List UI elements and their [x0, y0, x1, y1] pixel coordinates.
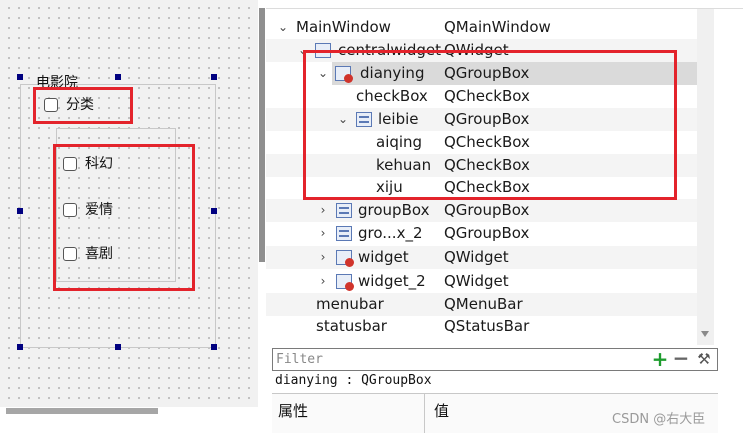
widget-icon — [336, 250, 354, 267]
tree-row-name: widget_2 — [358, 272, 426, 290]
chevron-down-icon[interactable]: ⌄ — [276, 16, 290, 39]
canvas-vertical-scroll-thumb[interactable] — [259, 8, 265, 262]
widget-icon — [336, 274, 354, 291]
annotation-box-tree — [303, 50, 677, 200]
tree-row-widget-2[interactable]: › widget_2 QWidget — [266, 270, 697, 293]
object-inspector: ⌄ MainWindow QMainWindow ⌄ centralwidget… — [266, 0, 743, 433]
tree-row-name: menubar — [316, 295, 384, 313]
canvas-footer — [0, 415, 258, 433]
selection-handle-bc[interactable] — [115, 344, 121, 350]
tree-row-menubar[interactable]: menubar QMenuBar — [266, 293, 697, 316]
column-divider[interactable] — [424, 394, 425, 433]
tree-row-statusbar[interactable]: statusbar QStatusBar — [266, 315, 697, 338]
property-column-header[interactable]: 属性 — [278, 400, 308, 421]
designer-canvas[interactable]: 电影院 分类 科幻 爱情 喜剧 — [0, 0, 258, 433]
watermark: CSDN @右大臣 — [612, 412, 706, 427]
selection-handle-tr[interactable] — [211, 74, 217, 80]
tree-row-class: QStatusBar — [444, 317, 530, 335]
plus-icon[interactable]: + — [651, 349, 669, 369]
selection-handle-tc[interactable] — [115, 74, 121, 80]
selection-handle-mr[interactable] — [211, 208, 217, 214]
minus-icon[interactable]: − — [672, 348, 690, 369]
groupbox-icon — [336, 226, 352, 241]
selection-handle-br[interactable] — [211, 344, 217, 350]
chevron-right-icon[interactable]: › — [316, 199, 330, 222]
tree-row-widget[interactable]: › widget QWidget — [266, 246, 697, 269]
tree-top-border — [266, 8, 743, 9]
tree-row-class: QGroupBox — [444, 224, 530, 242]
tree-row-name: gro...x_2 — [358, 224, 423, 242]
groupbox-icon — [336, 203, 352, 218]
tree-row-name: statusbar — [316, 317, 387, 335]
tree-row-class: QMainWindow — [444, 18, 551, 36]
tree-row-class: QMenuBar — [444, 295, 523, 313]
tree-row-class: QGroupBox — [444, 201, 530, 219]
tree-row-name: groupBox — [358, 201, 430, 219]
tree-row-class: QWidget — [444, 248, 509, 266]
canvas-vertical-scrollbar[interactable] — [258, 0, 266, 433]
scroll-down-arrow-icon[interactable] — [701, 331, 709, 337]
value-column-header[interactable]: 值 — [434, 400, 449, 421]
tree-row-groupbox-2[interactable]: › gro...x_2 QGroupBox — [266, 222, 697, 245]
tree-row-name: widget — [358, 248, 409, 266]
chevron-right-icon[interactable]: › — [316, 246, 330, 269]
annotation-box-fenlei — [33, 87, 133, 124]
annotation-box-categories — [53, 144, 195, 291]
tree-row-groupbox[interactable]: › groupBox QGroupBox — [266, 199, 697, 222]
canvas-horizontal-scroll-thumb[interactable] — [6, 408, 158, 414]
chevron-right-icon[interactable]: › — [316, 222, 330, 245]
tree-row-mainwindow[interactable]: ⌄ MainWindow QMainWindow — [266, 16, 697, 39]
tree-row-class: QWidget — [444, 272, 509, 290]
selection-handle-bl[interactable] — [17, 344, 23, 350]
tree-row-name: MainWindow — [296, 18, 391, 36]
selection-handle-tl[interactable] — [17, 74, 23, 80]
wrench-icon[interactable]: ⚒ — [694, 350, 714, 369]
filter-bar: + − ⚒ — [272, 348, 718, 371]
selection-handle-ml[interactable] — [17, 208, 23, 214]
filter-input[interactable] — [273, 349, 643, 370]
canvas-horizontal-scrollbar[interactable] — [0, 407, 258, 415]
current-object-label: dianying : QGroupBox — [275, 373, 432, 388]
tree-vertical-scrollbar[interactable] — [697, 9, 714, 345]
chevron-right-icon[interactable]: › — [316, 270, 330, 293]
